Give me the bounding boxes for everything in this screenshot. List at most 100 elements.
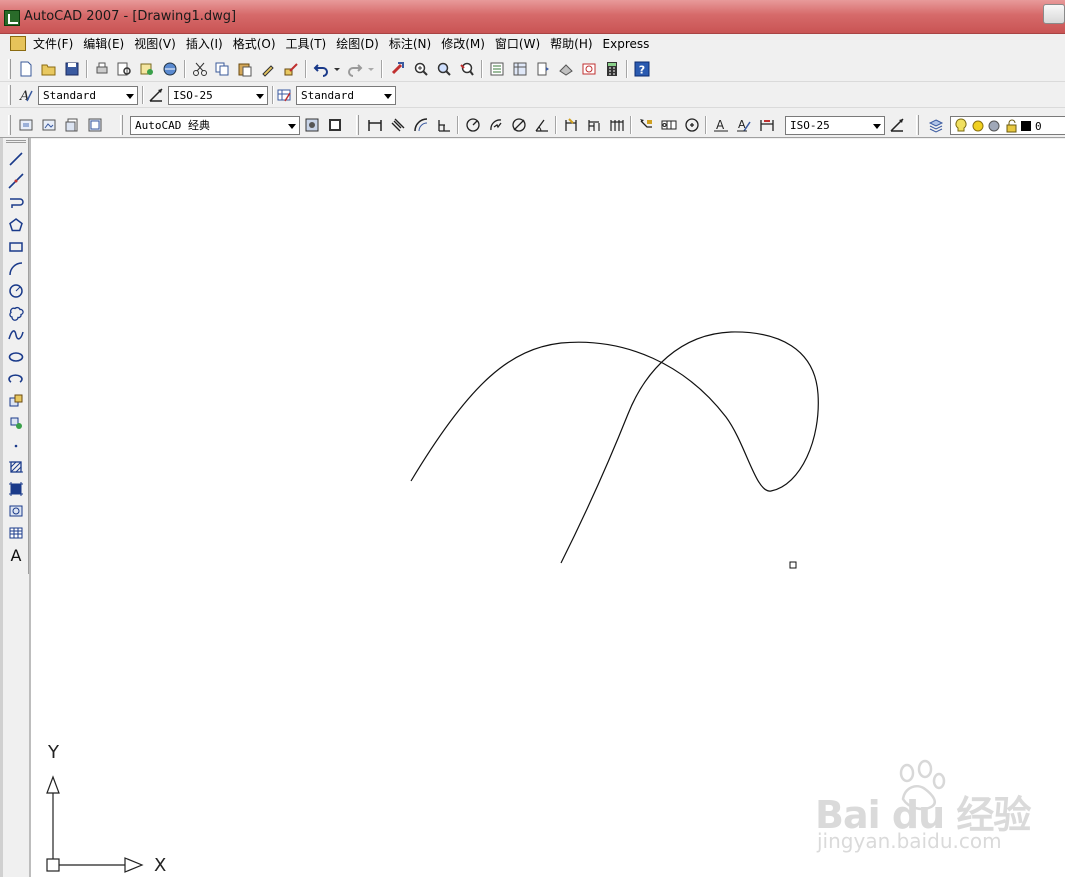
- restore-window-button[interactable]: [1043, 4, 1065, 24]
- workspace-select[interactable]: AutoCAD 经典: [130, 116, 300, 135]
- table-style-select[interactable]: Standard: [296, 86, 396, 105]
- workspace-settings-icon[interactable]: [302, 115, 322, 135]
- toolbar-grip[interactable]: [8, 85, 11, 105]
- region-icon[interactable]: [6, 501, 26, 521]
- sheet-set-manager-icon[interactable]: [556, 59, 576, 79]
- menu-dimension[interactable]: 标注(N): [384, 36, 436, 52]
- open-file-icon[interactable]: [39, 59, 59, 79]
- diameter-dimension-icon[interactable]: [509, 115, 529, 135]
- revision-cloud-icon[interactable]: [6, 303, 26, 323]
- toolbar-grip[interactable]: [6, 140, 26, 143]
- block-editor-icon[interactable]: [281, 59, 301, 79]
- drawing-area[interactable]: Y X Bai du 经验 jingyan.baidu.com: [31, 139, 1065, 877]
- continue-dimension-icon[interactable]: [607, 115, 627, 135]
- undo-dropdown-icon[interactable]: [331, 59, 343, 79]
- ellipse-arc-icon[interactable]: [6, 369, 26, 389]
- redo-icon[interactable]: [345, 59, 365, 79]
- menu-file[interactable]: 文件(F): [28, 36, 78, 52]
- baseline-dimension-icon[interactable]: [584, 115, 604, 135]
- menu-edit[interactable]: 编辑(E): [78, 36, 129, 52]
- properties-icon[interactable]: [487, 59, 507, 79]
- insert-block-icon[interactable]: [6, 391, 26, 411]
- menu-express[interactable]: Express: [598, 36, 655, 52]
- ellipse-icon[interactable]: [6, 347, 26, 367]
- layer-on-bulb-icon[interactable]: [954, 118, 968, 134]
- construction-line-icon[interactable]: [6, 171, 26, 191]
- hatch-icon[interactable]: [6, 457, 26, 477]
- toolbar-grip[interactable]: [8, 59, 11, 79]
- menu-tools[interactable]: 工具(T): [281, 36, 332, 52]
- text-style-select[interactable]: Standard: [38, 86, 138, 105]
- table-icon[interactable]: [6, 523, 26, 543]
- layout-viewport-icon[interactable]: [16, 115, 36, 135]
- toolbar-grip[interactable]: [120, 115, 123, 135]
- quick-calc-icon[interactable]: [602, 59, 622, 79]
- pan-realtime-icon[interactable]: [387, 59, 407, 79]
- dimension-update-icon[interactable]: [757, 115, 777, 135]
- arc-icon[interactable]: [6, 259, 26, 279]
- publish-icon[interactable]: [137, 59, 157, 79]
- menu-help[interactable]: 帮助(H): [545, 36, 597, 52]
- tool-palettes-icon[interactable]: [533, 59, 553, 79]
- layer-unlock-icon[interactable]: [1005, 119, 1019, 133]
- help-icon[interactable]: ?: [632, 59, 652, 79]
- polyline-icon[interactable]: [6, 193, 26, 213]
- zoom-previous-icon[interactable]: [457, 59, 477, 79]
- table-style-icon[interactable]: [274, 85, 294, 105]
- zoom-realtime-icon[interactable]: [411, 59, 431, 79]
- document-menu-icon[interactable]: [10, 36, 26, 51]
- linear-dimension-icon[interactable]: [365, 115, 385, 135]
- rectangle-icon[interactable]: [6, 237, 26, 257]
- layer-thaw-sun-icon[interactable]: [971, 119, 985, 133]
- plot-preview-icon[interactable]: [114, 59, 134, 79]
- multiline-text-icon[interactable]: A: [6, 545, 26, 565]
- redo-dropdown-icon[interactable]: [365, 59, 377, 79]
- dimension-style-manager-icon[interactable]: [887, 115, 907, 135]
- layer-color-swatch-icon[interactable]: [1021, 121, 1031, 131]
- menu-format[interactable]: 格式(O): [228, 36, 281, 52]
- layout-model-icon[interactable]: [39, 115, 59, 135]
- polygon-icon[interactable]: [6, 215, 26, 235]
- text-style-icon[interactable]: A: [16, 85, 36, 105]
- plot-icon[interactable]: [92, 59, 112, 79]
- dimension-style-select[interactable]: ISO-25: [168, 86, 268, 105]
- point-icon[interactable]: [6, 435, 26, 455]
- center-mark-icon[interactable]: [682, 115, 702, 135]
- line-icon[interactable]: [6, 149, 26, 169]
- menu-draw[interactable]: 绘图(D): [331, 36, 384, 52]
- quick-leader-icon[interactable]: [636, 115, 656, 135]
- menu-modify[interactable]: 修改(M): [436, 36, 490, 52]
- make-block-icon[interactable]: [6, 413, 26, 433]
- ordinate-dimension-icon[interactable]: [434, 115, 454, 135]
- match-properties-icon[interactable]: [258, 59, 278, 79]
- menu-view[interactable]: 视图(V): [129, 36, 181, 52]
- dimension-style-control[interactable]: ISO-25: [785, 116, 885, 135]
- 3d-dwf-icon[interactable]: [160, 59, 180, 79]
- gradient-icon[interactable]: [6, 479, 26, 499]
- menu-window[interactable]: 窗口(W): [490, 36, 545, 52]
- zoom-window-icon[interactable]: [434, 59, 454, 79]
- paste-icon[interactable]: [235, 59, 255, 79]
- jogged-dimension-icon[interactable]: [486, 115, 506, 135]
- dimension-edit-icon[interactable]: A: [711, 115, 731, 135]
- spline-curve[interactable]: [410, 331, 819, 564]
- workspace-save-icon[interactable]: [325, 115, 345, 135]
- dimension-style-icon[interactable]: [146, 85, 166, 105]
- layer-properties-icon[interactable]: [926, 115, 946, 135]
- design-center-icon[interactable]: [510, 59, 530, 79]
- layout-paper-icon[interactable]: [62, 115, 82, 135]
- circle-icon[interactable]: [6, 281, 26, 301]
- layout-page-setup-icon[interactable]: [85, 115, 105, 135]
- markup-set-manager-icon[interactable]: [579, 59, 599, 79]
- quick-dimension-icon[interactable]: [561, 115, 581, 135]
- angular-dimension-icon[interactable]: [532, 115, 552, 135]
- layer-select[interactable]: 0: [950, 116, 1065, 135]
- arc-length-icon[interactable]: [411, 115, 431, 135]
- toolbar-grip[interactable]: [916, 115, 919, 135]
- spline-icon[interactable]: [6, 325, 26, 345]
- toolbar-grip[interactable]: [8, 115, 11, 135]
- new-file-icon[interactable]: [16, 59, 36, 79]
- toolbar-grip[interactable]: [356, 115, 359, 135]
- undo-icon[interactable]: [311, 59, 331, 79]
- dimension-text-edit-icon[interactable]: A: [734, 115, 754, 135]
